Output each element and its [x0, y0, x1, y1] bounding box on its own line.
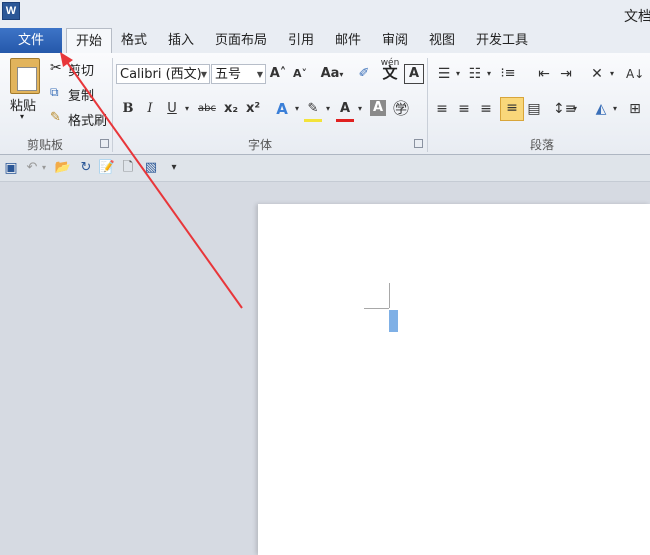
annotation-arrow [60, 52, 243, 309]
annotation-arrow-line [63, 57, 243, 309]
annotation-arrowhead [60, 52, 73, 67]
